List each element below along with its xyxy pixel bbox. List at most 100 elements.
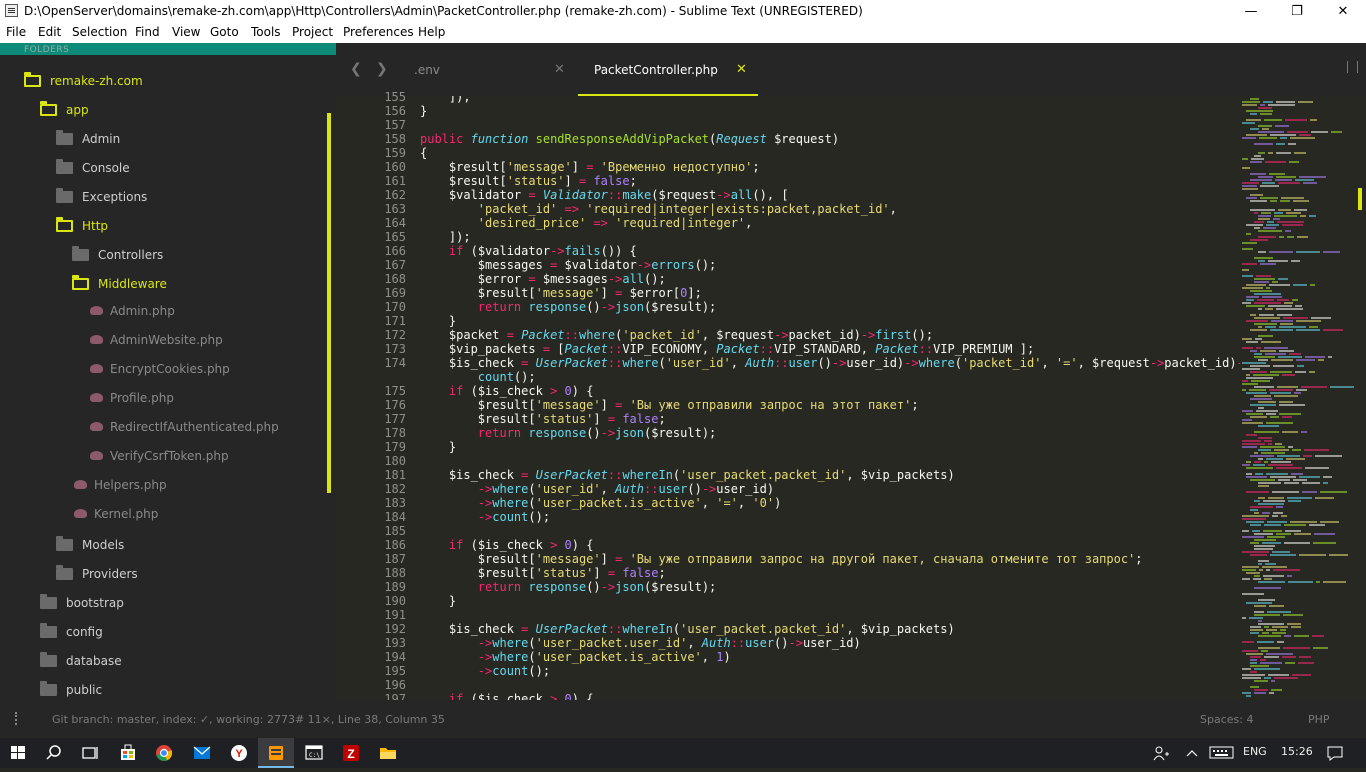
minimap-stroke xyxy=(1254,605,1266,607)
minimize-button[interactable]: — xyxy=(1228,0,1274,23)
taskbar-terminal[interactable]: C:\ xyxy=(296,738,332,768)
menu-selection[interactable]: Selection xyxy=(72,25,127,39)
close-button[interactable]: ✕ xyxy=(1320,0,1366,23)
code-line[interactable]: $result['message'] = 'Вы уже отправили з… xyxy=(420,398,919,412)
search-button[interactable] xyxy=(36,738,72,768)
code-line[interactable]: if ($is_check > 0) { xyxy=(420,538,594,552)
code-line[interactable]: return response()->json($result); xyxy=(420,580,716,594)
minimap-stroke xyxy=(1277,314,1292,316)
clock[interactable]: 15:26 xyxy=(1281,745,1313,758)
code-line[interactable]: if ($is_check > 0) { xyxy=(420,384,594,398)
minimap[interactable] xyxy=(1240,96,1358,700)
minimap-stroke xyxy=(1258,497,1265,499)
minimap-stroke xyxy=(1254,155,1261,157)
code-line[interactable]: $result['status'] = false; xyxy=(420,174,637,188)
minimap-stroke xyxy=(1279,401,1293,403)
taskbar-sublime[interactable] xyxy=(258,738,294,768)
code-line[interactable]: 'desired_price' => 'required|integer', xyxy=(420,216,753,230)
code-line[interactable]: $vip_packets = [Packet::VIP_ECONOMY, Pac… xyxy=(420,342,1034,356)
people-icon[interactable] xyxy=(1152,744,1172,762)
keyboard-icon[interactable] xyxy=(1209,746,1235,760)
minimap-stroke xyxy=(1242,518,1266,520)
start-button[interactable] xyxy=(0,738,36,768)
code-line[interactable]: return response()->json($result); xyxy=(420,300,716,314)
code-line[interactable]: ]); xyxy=(420,96,471,104)
taskbar-explorer[interactable] xyxy=(370,738,406,768)
code-line[interactable]: public function sendResponseAddVipPacket… xyxy=(420,132,839,146)
code-line[interactable]: 'packet_id' => 'required|integer|exists:… xyxy=(420,202,897,216)
code-line[interactable]: ->where('user_id', Auth::user()->user_id… xyxy=(420,482,774,496)
code-line[interactable]: ->where('user_packet.is_active', '=', '0… xyxy=(420,496,782,510)
tab-close-icon[interactable]: ✕ xyxy=(554,62,565,77)
code-line[interactable]: $is_check = UserPacket::whereIn('user_pa… xyxy=(420,468,955,482)
code-line[interactable]: $packet = Packet::where('packet_id', $re… xyxy=(420,328,933,342)
status-indentation[interactable]: Spaces: 4 xyxy=(1200,713,1253,726)
code-line[interactable]: ->where('user_packet.user_id', Auth::use… xyxy=(420,636,861,650)
status-syntax[interactable]: PHP xyxy=(1308,713,1330,726)
language-indicator[interactable]: ENG xyxy=(1243,745,1267,758)
taskbar-chrome[interactable] xyxy=(146,738,182,768)
code-line[interactable]: { xyxy=(420,146,427,160)
minimap-stroke xyxy=(1246,653,1263,655)
line-number: 190 xyxy=(384,594,406,608)
chevron-up-icon[interactable] xyxy=(1184,746,1200,760)
task-view-button[interactable] xyxy=(72,738,108,768)
minimap-stroke xyxy=(1249,617,1263,619)
menu-tools[interactable]: Tools xyxy=(251,25,281,39)
maximize-button[interactable]: ❐ xyxy=(1274,0,1320,23)
menu-file[interactable]: File xyxy=(6,25,26,39)
panel-toggle-icon[interactable] xyxy=(15,712,21,725)
code-line[interactable]: ->where('user_packet.is_active', 1) xyxy=(420,650,731,664)
code-line[interactable]: $validator = Validator::make($request->a… xyxy=(420,188,789,202)
taskbar-store[interactable] xyxy=(110,738,146,768)
menu-help[interactable]: Help xyxy=(418,25,445,39)
code-line[interactable]: } xyxy=(420,440,456,454)
code-line[interactable]: $error = $messages->all(); xyxy=(420,272,666,286)
menu-find[interactable]: Find xyxy=(135,25,160,39)
code-line[interactable]: } xyxy=(420,594,456,608)
code-line[interactable]: $is_check = UserPacket::where('user_id',… xyxy=(420,356,1240,370)
minimap-stroke xyxy=(1264,677,1271,679)
code-line[interactable]: if ($validator->fails()) { xyxy=(420,244,637,258)
tab-packetcontroller[interactable]: PacketController.php ✕ xyxy=(578,43,758,96)
menu-preferences[interactable]: Preferences xyxy=(343,25,414,39)
minimap-stroke xyxy=(1254,386,1274,388)
taskbar-mail[interactable] xyxy=(184,738,220,768)
tab-list-icon[interactable] xyxy=(1347,61,1358,73)
menu-view[interactable]: View xyxy=(172,25,200,39)
menu-goto[interactable]: Goto xyxy=(210,25,239,39)
menu-edit[interactable]: Edit xyxy=(38,25,61,39)
notifications-icon[interactable] xyxy=(1326,745,1344,761)
code-line[interactable]: if ($is_check > 0) { xyxy=(420,692,594,700)
menu-project[interactable]: Project xyxy=(292,25,333,39)
code-line[interactable]: count(); xyxy=(420,370,536,384)
code-line[interactable]: } xyxy=(420,314,456,328)
line-number: 168 xyxy=(384,272,406,286)
code-line[interactable]: return response()->json($result); xyxy=(420,426,716,440)
code-line[interactable]: $messages = $validator->errors(); xyxy=(420,258,716,272)
taskbar-yandex[interactable]: Y xyxy=(221,738,257,768)
minimap-stroke xyxy=(1301,431,1307,433)
code-line[interactable]: $is_check = UserPacket::whereIn('user_pa… xyxy=(420,622,955,636)
tab-env[interactable]: .env ✕ xyxy=(400,43,578,96)
code-line[interactable]: $result['message'] = 'Временно недоступн… xyxy=(420,160,760,174)
code-line[interactable]: $result['message'] = $error[0]; xyxy=(420,286,702,300)
code-line[interactable]: ]); xyxy=(420,230,471,244)
code-line[interactable]: } xyxy=(420,104,427,118)
php-file-icon xyxy=(74,509,87,518)
minimap-stroke xyxy=(1253,464,1265,466)
code-line[interactable]: $result['status'] = false; xyxy=(420,566,666,580)
minimap-stroke xyxy=(1273,512,1283,514)
code-line[interactable]: ->count(); xyxy=(420,664,550,678)
chevron-right-icon[interactable]: ❯ xyxy=(376,61,388,77)
line-number: 174 xyxy=(384,356,406,370)
code-editor[interactable]: ]);} public function sendResponseAddVipPa… xyxy=(410,96,1240,700)
code-line[interactable]: $result['message'] = 'Вы уже отправили з… xyxy=(420,552,1143,566)
code-line[interactable]: $result['status'] = false; xyxy=(420,412,666,426)
taskbar-filezilla[interactable]: Z xyxy=(333,738,369,768)
minimap-viewport-indicator[interactable] xyxy=(1358,188,1362,210)
tab-close-icon[interactable]: ✕ xyxy=(736,62,747,77)
line-number: 175 xyxy=(384,384,406,398)
chevron-left-icon[interactable]: ❮ xyxy=(350,61,362,77)
code-line[interactable]: ->count(); xyxy=(420,510,550,524)
